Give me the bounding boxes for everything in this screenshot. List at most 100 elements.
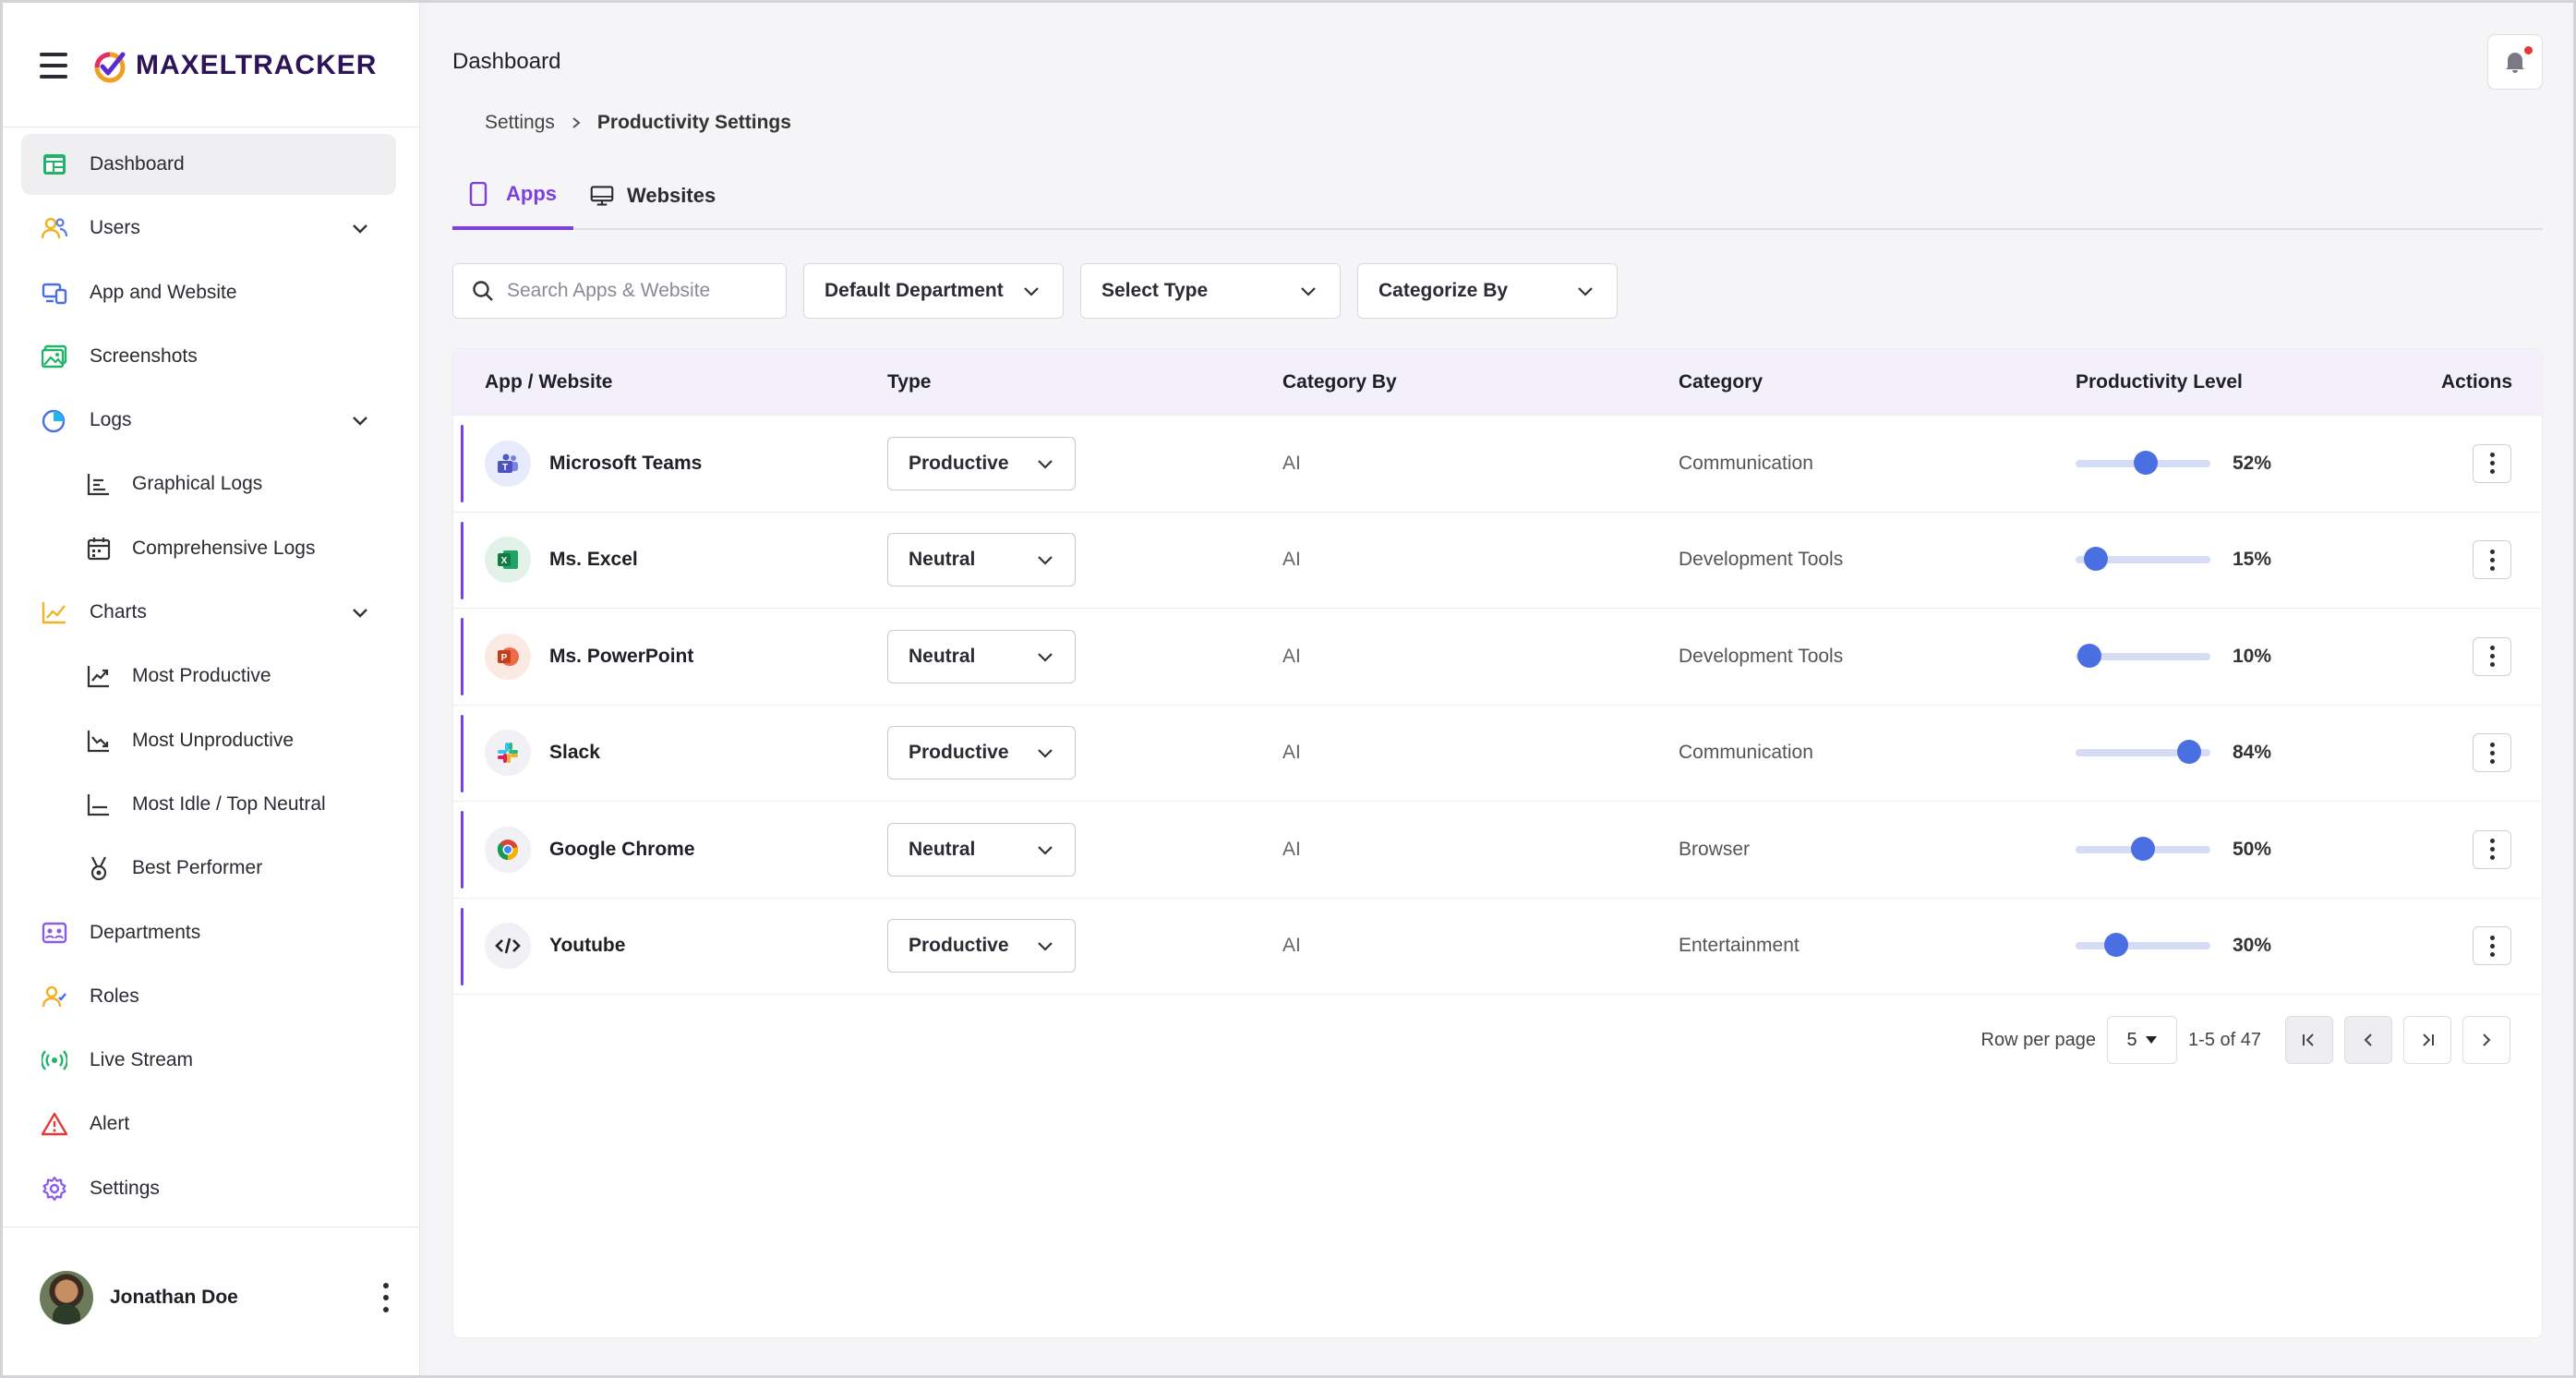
row-actions-button[interactable]: [2473, 443, 2511, 483]
notification-button[interactable]: [2487, 34, 2543, 90]
sidebar-item-dashboard[interactable]: Dashboard: [21, 134, 396, 195]
sidebar-item-best-performer[interactable]: Best Performer: [21, 838, 396, 899]
department-dropdown[interactable]: Default Department: [803, 263, 1064, 319]
tab-apps[interactable]: Apps: [452, 162, 573, 230]
productivity-slider[interactable]: [2076, 933, 2210, 958]
tab-websites[interactable]: Websites: [573, 162, 732, 230]
sidebar-item-charts[interactable]: Charts: [21, 582, 396, 643]
app-name: Ms. PowerPoint: [549, 645, 694, 667]
sidebar-item-comprehensive-logs[interactable]: Comprehensive Logs: [21, 518, 396, 579]
categorize-dropdown[interactable]: Categorize By: [1357, 263, 1618, 319]
chevron-down-icon[interactable]: [350, 410, 370, 430]
sidebar-item-departments[interactable]: Departments: [21, 902, 396, 963]
type-value: Neutral: [909, 838, 976, 860]
category: Entertainment: [1679, 935, 1800, 957]
actions-cell: [2473, 829, 2511, 869]
type-select[interactable]: Productive: [887, 436, 1076, 490]
sidebar-item-label: Best Performer: [132, 857, 263, 879]
row-actions-button[interactable]: [2473, 540, 2511, 580]
app-cell: Google Chrome: [485, 826, 695, 873]
type-select[interactable]: Neutral: [887, 533, 1076, 587]
sidebar-item-most-unproductive[interactable]: Most Unproductive: [21, 710, 396, 771]
column-header: Actions: [2441, 370, 2513, 393]
type-cell: Productive: [887, 919, 1076, 973]
logo[interactable]: MAXELTRACKER: [91, 47, 377, 84]
productivity-percent: 15%: [2233, 549, 2272, 571]
broadcast-icon: [42, 1047, 67, 1073]
dropdown-label: Categorize By: [1378, 280, 1509, 301]
type-value: Productive: [909, 742, 1009, 764]
table-row: X Ms. Excel Neutral AI Development Tools…: [453, 513, 2542, 609]
sidebar-item-screenshots[interactable]: Screenshots: [21, 326, 396, 387]
sidebar-item-users[interactable]: Users: [21, 198, 396, 259]
sidebar-item-graphical-logs[interactable]: Graphical Logs: [21, 453, 396, 514]
productivity-slider[interactable]: [2076, 450, 2210, 475]
breadcrumb-settings[interactable]: Settings: [485, 112, 555, 134]
sidebar-item-roles[interactable]: Roles: [21, 966, 396, 1027]
sidebar-item-app-and-website[interactable]: App and Website: [21, 262, 396, 323]
productivity-percent: 30%: [2233, 935, 2272, 957]
user-name: Jonathan Doe: [110, 1287, 238, 1308]
row-accent: [461, 618, 463, 695]
user-menu-icon[interactable]: [381, 1283, 391, 1312]
user-profile[interactable]: Jonathan Doe: [40, 1270, 391, 1325]
sidebar-item-label: Most Unproductive: [132, 729, 295, 751]
slider-knob[interactable]: [2083, 547, 2108, 572]
slider-knob[interactable]: [2133, 450, 2158, 475]
first-page-button[interactable]: [2285, 1016, 2333, 1064]
search-input[interactable]: [507, 280, 775, 302]
chevron-down-icon[interactable]: [350, 602, 370, 623]
type-cell: Neutral: [887, 822, 1076, 876]
chevron-down-icon[interactable]: [350, 218, 370, 238]
sidebar-item-most-idle[interactable]: Most Idle / Top Neutral: [21, 774, 396, 835]
search-box[interactable]: [452, 263, 787, 319]
productivity-slider[interactable]: [2076, 643, 2210, 668]
slider-knob[interactable]: [2103, 933, 2128, 958]
sidebar-item-alert[interactable]: Alert: [21, 1094, 396, 1154]
row-actions-button[interactable]: [2473, 733, 2511, 773]
rows-per-page-select[interactable]: 5: [2107, 1016, 2178, 1064]
type-dropdown[interactable]: Select Type: [1080, 263, 1341, 319]
caret-down-icon: [2145, 1036, 2157, 1044]
sidebar-item-most-productive[interactable]: Most Productive: [21, 646, 396, 707]
slider-knob[interactable]: [2176, 740, 2201, 765]
sidebar-item-live-stream[interactable]: Live Stream: [21, 1030, 396, 1091]
row-actions-button[interactable]: [2473, 926, 2511, 966]
slider-knob[interactable]: [2131, 836, 2155, 861]
row-actions-button[interactable]: [2473, 829, 2511, 869]
actions-cell: [2473, 926, 2511, 966]
productivity-slider[interactable]: [2076, 547, 2210, 572]
row-actions-button[interactable]: [2473, 636, 2511, 676]
sidebar-item-label: Alert: [90, 1113, 130, 1135]
type-select[interactable]: Neutral: [887, 629, 1076, 683]
type-select[interactable]: Productive: [887, 919, 1076, 973]
type-value: Neutral: [909, 645, 976, 667]
tab-label: Apps: [506, 182, 557, 205]
avatar[interactable]: [40, 1271, 93, 1324]
rows-per-page-value: 5: [2126, 1029, 2137, 1050]
slider-knob[interactable]: [2076, 643, 2101, 668]
last-page-button[interactable]: [2403, 1016, 2451, 1064]
users-icon: [42, 215, 67, 241]
sidebar-item-settings[interactable]: Settings: [21, 1158, 396, 1219]
productivity-cell: 50%: [2076, 836, 2288, 861]
actions-cell: [2473, 443, 2511, 483]
first-page-icon: [2303, 1034, 2314, 1046]
prev-page-button[interactable]: [2344, 1016, 2392, 1064]
last-page-icon: [2423, 1034, 2434, 1046]
svg-text:T: T: [502, 463, 508, 473]
type-select[interactable]: Productive: [887, 726, 1076, 780]
page-title: Dashboard: [452, 49, 561, 74]
svg-text:X: X: [501, 556, 508, 566]
next-page-button[interactable]: [2462, 1016, 2510, 1064]
productivity-slider[interactable]: [2076, 740, 2210, 765]
category-by: AI: [1282, 742, 1301, 764]
trend-down-icon: [86, 728, 112, 754]
productivity-slider[interactable]: [2076, 836, 2210, 861]
type-select[interactable]: Neutral: [887, 822, 1076, 876]
sidebar-item-logs[interactable]: Logs: [21, 390, 396, 451]
dropdown-label: Default Department: [825, 280, 1004, 301]
column-header: Category: [1679, 370, 1763, 393]
menu-toggle-icon[interactable]: [40, 53, 67, 79]
departments-icon: [42, 920, 67, 946]
